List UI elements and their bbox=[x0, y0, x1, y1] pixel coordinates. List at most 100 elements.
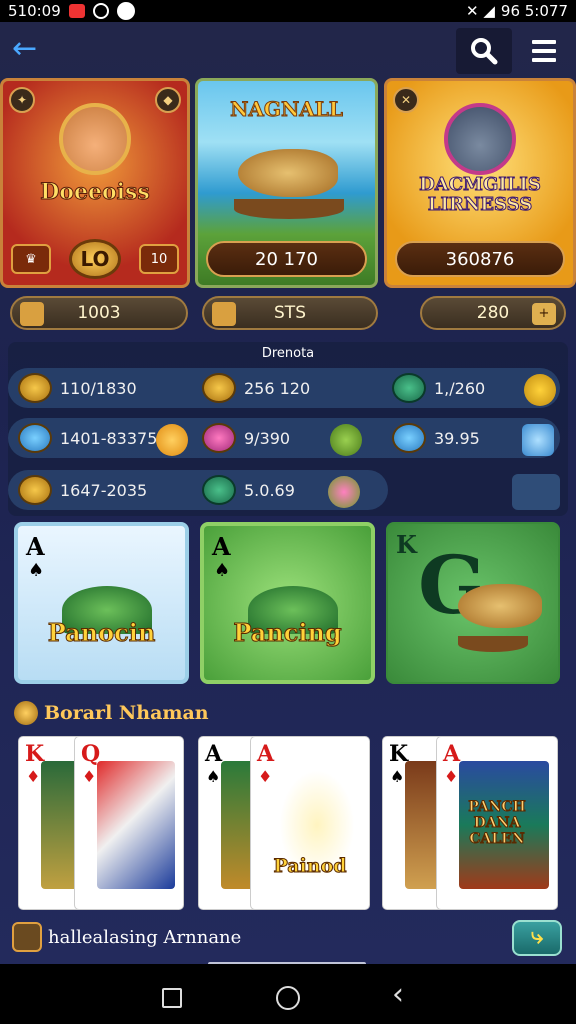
currency-row: 1003 STS 280 + bbox=[0, 296, 576, 332]
corner-icon: ✦ bbox=[9, 87, 35, 113]
signal-icon: ✕ ◢ bbox=[466, 2, 495, 20]
playing-card[interactable]: A ♦ PANCH DANA CALEN bbox=[436, 736, 558, 910]
panel-title: Drenota bbox=[261, 346, 315, 361]
stat-item: 256 120 bbox=[202, 370, 310, 406]
game-card-nagnall[interactable]: NAGNALL 20 170 bbox=[195, 78, 378, 288]
card-rank: A bbox=[212, 532, 231, 561]
stat-value: 110/1830 bbox=[60, 378, 137, 398]
tile-fish[interactable]: K G bbox=[386, 522, 560, 684]
featured-tiles: A ♠ Panocin A ♠ Pancing K G bbox=[0, 522, 576, 686]
gift-icon[interactable] bbox=[512, 474, 560, 510]
fish-illustration bbox=[238, 149, 338, 197]
pet-icon bbox=[202, 423, 236, 453]
system-nav-bar: ‹ bbox=[0, 964, 576, 1024]
top-bar: ← bbox=[0, 22, 576, 78]
gem-icon bbox=[392, 373, 426, 403]
stats-panel: Drenota 110/1830 256 120 1,/260 1401-833… bbox=[8, 342, 568, 516]
playing-card[interactable]: Q ♦ bbox=[74, 736, 184, 910]
status-time: 510:09 bbox=[8, 2, 61, 20]
fish-icon bbox=[392, 423, 426, 453]
status-battery: 96 5:077 bbox=[500, 2, 568, 20]
currency-value: STS bbox=[274, 303, 306, 323]
recents-icon[interactable] bbox=[162, 988, 182, 1008]
tile-panocin[interactable]: A ♠ Panocin bbox=[14, 522, 189, 684]
card-art bbox=[97, 761, 175, 889]
crossed-tools-icon bbox=[12, 922, 42, 952]
menu-icon[interactable] bbox=[524, 34, 564, 68]
stat-item: 110/1830 bbox=[18, 370, 137, 406]
game-card-doeeoiss[interactable]: ✦ ◆ Doeeoiss ♛ LO 10 bbox=[0, 78, 190, 288]
next-button[interactable]: ⤷ bbox=[512, 920, 562, 956]
playing-card[interactable]: A ♦ Painod bbox=[250, 736, 370, 910]
game-title: Doeeoiss bbox=[40, 179, 151, 206]
coin-icon[interactable] bbox=[524, 374, 556, 406]
tile-pancing[interactable]: A ♠ Pancing bbox=[200, 522, 375, 684]
diamond-icon: ♦ bbox=[444, 767, 459, 786]
cat-portrait bbox=[444, 103, 516, 175]
stat-value: 256 120 bbox=[244, 378, 311, 398]
game-title: DACMGILIS LIRNESSS bbox=[419, 174, 542, 215]
game-title: NAGNALL bbox=[230, 97, 344, 122]
stat-value: 1,/260 bbox=[434, 378, 486, 398]
diamond-icon: ♦ bbox=[258, 767, 273, 786]
coin-icon bbox=[14, 701, 38, 725]
card-group: K ♠ A ♦ PANCH DANA CALEN bbox=[382, 736, 558, 912]
currency-pill[interactable]: STS bbox=[202, 296, 378, 330]
level-badge: LO bbox=[69, 239, 121, 279]
small-badge: 10 bbox=[139, 244, 179, 274]
card-rank: A bbox=[443, 741, 461, 767]
tile-title: Panocin bbox=[47, 618, 156, 648]
card-caption: Painod bbox=[273, 855, 347, 878]
currency-pill[interactable]: 1003 bbox=[10, 296, 188, 330]
status-bar: 510:09 ✕ ◢ 96 5:077 bbox=[0, 0, 576, 22]
coin-icon bbox=[18, 373, 52, 403]
dollar-icon bbox=[212, 302, 236, 326]
home-icon[interactable] bbox=[276, 986, 300, 1010]
gold-icon bbox=[202, 373, 236, 403]
search-button[interactable] bbox=[456, 28, 512, 74]
apple-icon bbox=[328, 476, 360, 508]
tile-title: Pancing bbox=[233, 618, 342, 648]
card-rank: A bbox=[257, 741, 275, 767]
app-icon bbox=[116, 2, 135, 20]
currency-pill[interactable]: 280 + bbox=[420, 296, 566, 330]
currency-value: 280 bbox=[476, 303, 510, 323]
card-rank: A bbox=[26, 532, 45, 561]
spade-icon: ♠ bbox=[214, 560, 231, 581]
ticket-icon bbox=[18, 423, 52, 453]
add-icon[interactable]: + bbox=[532, 303, 556, 325]
dragon-icon bbox=[202, 475, 236, 505]
card-group: A ♠ A ♦ Painod bbox=[198, 736, 370, 912]
leaf-icon bbox=[330, 424, 362, 456]
stat-item: 9/390 bbox=[202, 420, 290, 456]
stat-item: 5.0.69 bbox=[202, 472, 295, 508]
card-group: K ♦ Q ♦ bbox=[18, 736, 188, 912]
back-icon[interactable]: ‹ bbox=[392, 980, 404, 1010]
card-caption: PANCH DANA CALEN bbox=[468, 799, 527, 848]
spade-icon: ♠ bbox=[206, 767, 221, 786]
game-card-dacmgilis[interactable]: ✕ DACMGILIS LIRNESSS 360876 bbox=[384, 78, 576, 288]
game-value-bar: 360876 bbox=[395, 241, 565, 277]
app-icon bbox=[92, 3, 109, 19]
spade-icon: ♠ bbox=[28, 560, 45, 581]
card-rank: K bbox=[396, 530, 417, 559]
bottom-label: hallealasing Arnnane bbox=[12, 922, 241, 952]
section-header: Borarl Nhaman bbox=[14, 698, 209, 728]
stat-value: 1401-83375 bbox=[60, 428, 158, 448]
boat-illustration bbox=[234, 199, 344, 219]
search-icon bbox=[471, 38, 498, 65]
section-title: Borarl Nhaman bbox=[44, 702, 209, 724]
crystal-icon[interactable] bbox=[522, 424, 554, 456]
chest-icon bbox=[18, 475, 52, 505]
bottom-row: hallealasing Arnnane ⤷ bbox=[0, 918, 576, 958]
stat-item: 1,/260 bbox=[392, 370, 485, 406]
diamond-icon: ♦ bbox=[82, 767, 97, 786]
bottom-label-text: hallealasing Arnnane bbox=[48, 926, 242, 948]
character-portrait bbox=[59, 103, 131, 175]
back-arrow-icon[interactable]: ← bbox=[12, 34, 48, 66]
stand-illustration bbox=[458, 636, 528, 652]
corner-icon: ◆ bbox=[155, 87, 181, 113]
stat-value: 39.95 bbox=[434, 428, 480, 448]
stat-item: 1401-83375 bbox=[18, 420, 157, 456]
stat-value: 1647-2035 bbox=[60, 480, 148, 500]
